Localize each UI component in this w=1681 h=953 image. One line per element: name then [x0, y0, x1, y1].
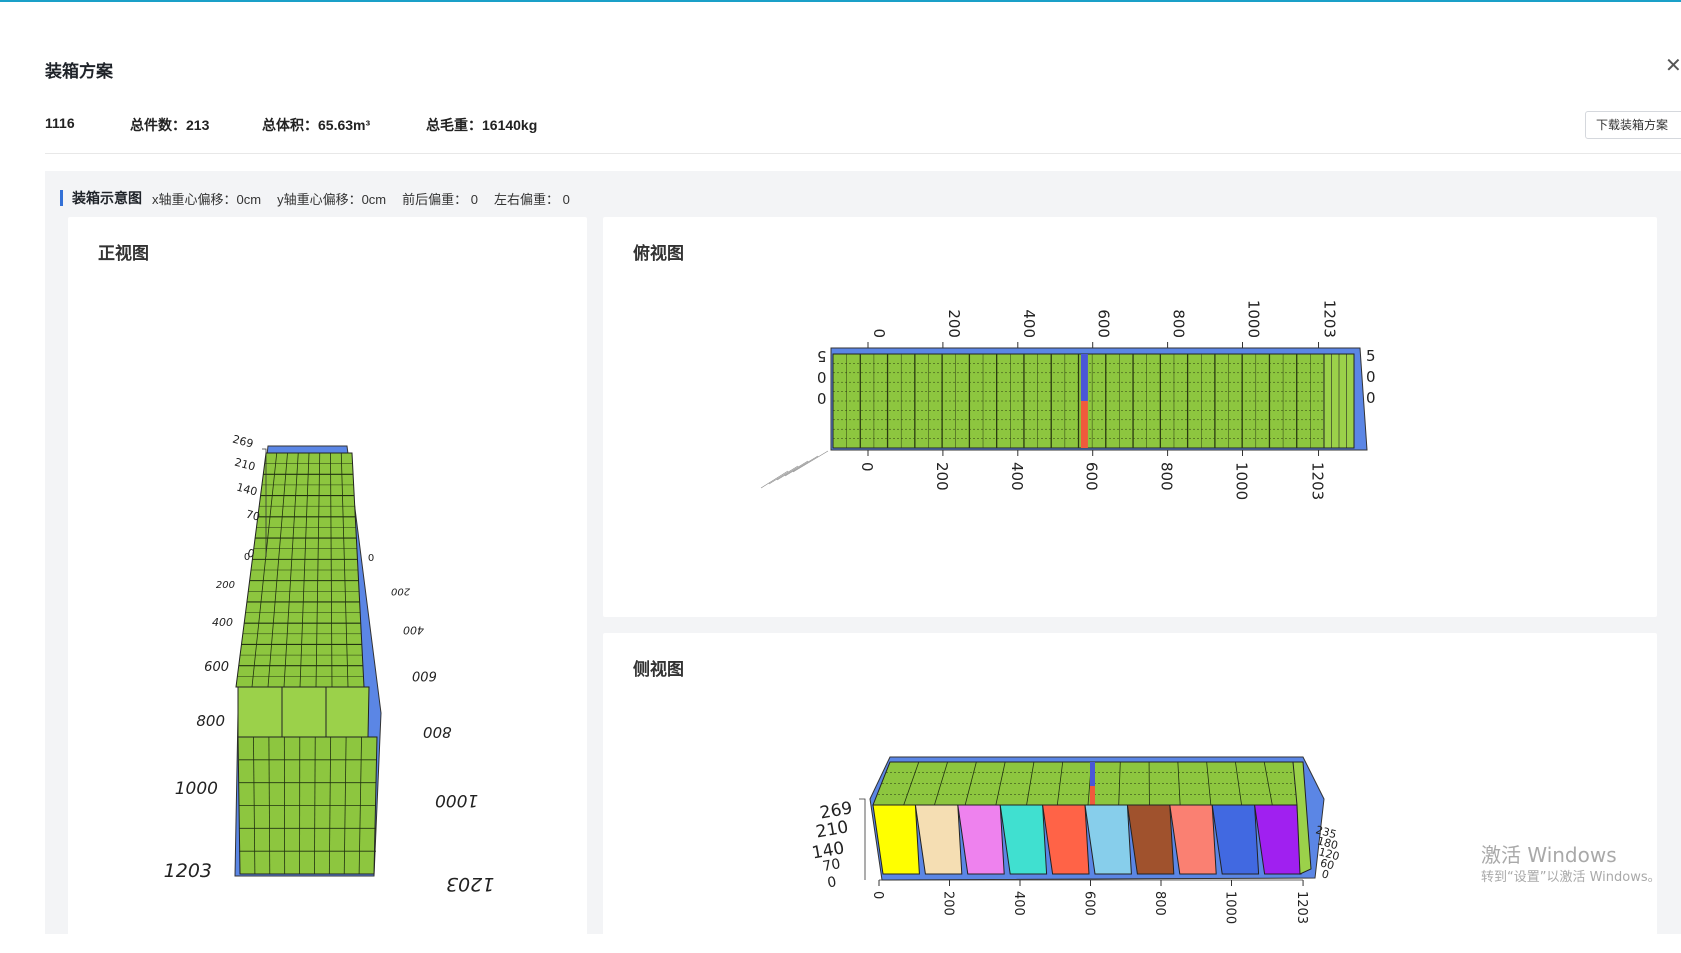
length-tick-label: 200 — [941, 891, 956, 916]
total-volume: 总体积：65.63m³ — [262, 115, 370, 135]
side-view-render: 2692101407002351801206000200400600800100… — [603, 633, 1657, 953]
cargo-middle-layer — [238, 687, 369, 737]
front-view-render: 2692101407002002004004006006008008001000… — [68, 217, 587, 937]
height-tick-label: 269 — [231, 433, 255, 451]
side-view-card: 侧视图 269210140700235180120600020040060080… — [603, 633, 1657, 953]
bottom-length-tick-label: 400 — [1008, 462, 1026, 491]
perspective-hint-line — [769, 466, 798, 484]
left-length-tick-label: 600 — [204, 660, 229, 675]
cargo-divider-blue — [1090, 762, 1095, 786]
download-plan-button[interactable]: 下载装箱方案 — [1585, 111, 1681, 139]
divider — [45, 153, 1681, 154]
top-view-card: 俯视图 002002004004006006008008001000100012… — [603, 217, 1657, 617]
left-width-tick-label: 0 — [817, 368, 827, 386]
cargo-divider-red — [1090, 786, 1095, 805]
right-length-tick-label: 800 — [423, 723, 452, 741]
left-length-tick-label: 0 — [244, 552, 250, 563]
perspective-hint-line — [761, 471, 788, 488]
height-axis-line — [859, 799, 865, 880]
right-width-tick-label: 5 — [1366, 347, 1376, 365]
windows-watermark-subtitle: 转到“设置”以激活 Windows。 — [1481, 866, 1661, 885]
left-width-tick-label: 0 — [817, 389, 827, 407]
x-gravity-offset: x轴重心偏移：0cm — [152, 189, 261, 208]
cargo-divider-red — [1081, 401, 1088, 448]
top-length-tick-label: 400 — [1020, 309, 1038, 338]
packing-diagram-section: 装箱示意图 x轴重心偏移：0cm y轴重心偏移：0cm 前后偏重： 0 左右偏重… — [45, 171, 1681, 934]
bottom-length-tick-label: 200 — [933, 462, 951, 491]
plan-id: 1116 — [45, 115, 75, 131]
bottom-length-tick-label: 1203 — [1309, 462, 1327, 500]
right-length-tick-label: 200 — [391, 586, 410, 597]
front-back-bias: 前后偏重： 0 — [402, 189, 478, 208]
length-tick-label: 400 — [1011, 891, 1026, 916]
perspective-hint-line — [793, 451, 828, 472]
left-length-tick-label: 200 — [216, 580, 235, 591]
section-header: 装箱示意图 x轴重心偏移：0cm y轴重心偏移：0cm 前后偏重： 0 左右偏重… — [60, 190, 586, 206]
length-tick-label: 1203 — [1294, 891, 1309, 924]
top-length-tick-label: 200 — [945, 309, 963, 338]
height-tick-label: 140 — [235, 481, 259, 499]
right-length-tick-label: 1203 — [446, 873, 494, 895]
top-view-render: 0 0 200 200 400 400 600 600 800 800 1000 1000 1203 12… — [603, 217, 1657, 617]
cargo-divider-blue — [1081, 354, 1088, 401]
bottom-length-tick-label: 0 — [858, 462, 876, 472]
top-length-tick-label: 0 — [870, 328, 888, 338]
right-width-tick-label: 0 — [1366, 389, 1376, 407]
top-length-tick-label: 800 — [1170, 309, 1188, 338]
height-tick-label: 0 — [826, 874, 838, 891]
left-length-tick-label: 800 — [196, 712, 225, 730]
perspective-hint-line — [777, 461, 808, 480]
right-length-tick-label: 1000 — [435, 790, 478, 810]
right-width-tick-label: 0 — [1366, 368, 1376, 386]
right-length-tick-label: 600 — [412, 668, 437, 683]
left-width-tick-label: 5 — [817, 347, 827, 365]
length-tick-label: 0 — [870, 891, 885, 899]
top-length-tick-label: 1203 — [1321, 300, 1339, 338]
left-length-tick-label: 400 — [212, 616, 233, 629]
left-right-bias: 左右偏重： 0 — [494, 189, 570, 208]
section-marker — [60, 190, 63, 206]
top-length-tick-label: 600 — [1095, 309, 1113, 338]
right-length-tick-label: 0 — [368, 551, 374, 562]
y-gravity-offset: y轴重心偏移：0cm — [277, 189, 386, 208]
bottom-length-tick-label: 600 — [1083, 462, 1101, 491]
windows-watermark-title: 激活 Windows — [1481, 839, 1617, 868]
front-view-card: 正视图 269210140700200200400400600600800800… — [68, 217, 587, 937]
left-length-tick-label: 1203 — [164, 860, 212, 882]
length-tick-label: 1000 — [1223, 891, 1238, 924]
height-tick-label: 210 — [814, 817, 849, 842]
left-length-tick-label: 1000 — [175, 779, 218, 799]
total-weight: 总毛重：16140kg — [426, 115, 537, 135]
height-tick-label: 70 — [821, 856, 841, 875]
dialog-title: 装箱方案 — [45, 57, 113, 82]
right-length-tick-label: 400 — [403, 624, 424, 637]
perspective-hint-line — [785, 456, 818, 476]
top-accent-line — [0, 0, 1681, 2]
height-tick-label: 210 — [233, 456, 257, 474]
length-tick-label: 800 — [1152, 891, 1167, 916]
section-title: 装箱示意图 — [72, 188, 142, 208]
close-icon[interactable]: ✕ — [1665, 56, 1681, 76]
bottom-length-tick-label: 1000 — [1233, 462, 1251, 500]
bottom-length-tick-label: 800 — [1158, 462, 1176, 491]
length-tick-label: 600 — [1082, 891, 1097, 916]
total-count: 总件数：213 — [130, 115, 209, 135]
top-length-tick-label: 1000 — [1245, 300, 1263, 338]
